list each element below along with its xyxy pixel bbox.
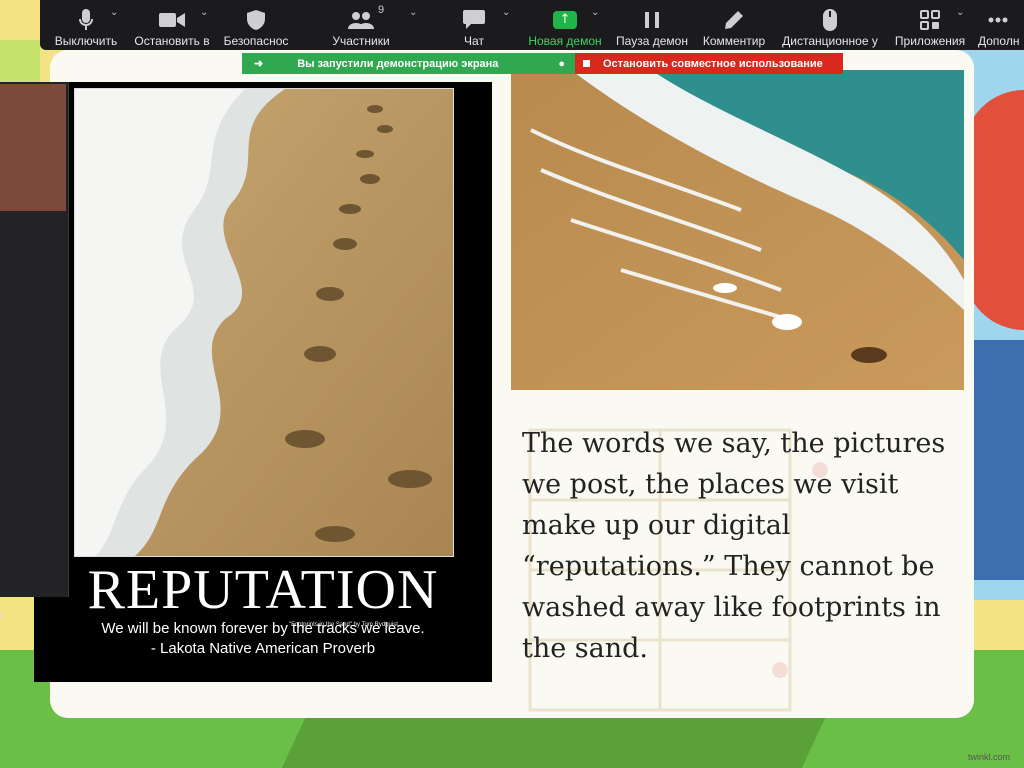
mute-label: Выключить [54, 34, 118, 48]
more-icon [978, 8, 1018, 32]
annotate-label: Комментир [702, 34, 766, 48]
mouse-icon [823, 8, 837, 32]
participants-label: Участники [332, 34, 390, 48]
stop-icon [583, 60, 590, 67]
apps-label: Приложения [894, 34, 966, 48]
security-label: Безопаснос [223, 34, 289, 48]
twinkl-watermark: twinkl.com [968, 752, 1011, 762]
more-label: Дополн [978, 34, 1020, 48]
participant-tag: i [0, 610, 3, 622]
chat-button[interactable]: Чат [458, 0, 490, 50]
chat-label: Чат [464, 34, 484, 48]
video-camera-icon [159, 8, 185, 32]
microphone-icon [79, 8, 93, 32]
shield-icon [247, 8, 265, 32]
participants-count: 9 [378, 4, 385, 16]
pen-icon [724, 8, 744, 32]
quote-line: We will be known forever by the tracks w… [101, 620, 425, 637]
stop-share-label: Остановить совместное использование [603, 57, 823, 70]
pause-share-label: Пауза демон [616, 34, 688, 48]
annotate-button[interactable]: Комментир [701, 0, 767, 50]
new-share-label: Новая демон [528, 34, 602, 48]
pin-icon: ➜ [254, 58, 264, 70]
remote-control-button[interactable]: Дистанционное у [780, 0, 880, 50]
pause-share-button[interactable]: Пауза демон [615, 0, 689, 50]
chevron-down-icon[interactable]: ⌄ [956, 7, 964, 18]
sharing-status-text: Вы запустили демонстрацию экрана [297, 57, 499, 70]
participant-video[interactable] [0, 84, 66, 211]
wave-footprints-photo [511, 70, 964, 390]
pause-icon [645, 8, 659, 32]
stop-share-button[interactable]: Остановить совместное использование [575, 53, 843, 74]
participants-button[interactable]: Участники [325, 0, 397, 50]
participant-panel[interactable]: i [0, 82, 69, 622]
participants-icon [348, 8, 374, 32]
stop-video-label: Остановить в [134, 34, 210, 48]
security-button[interactable]: Безопаснос [220, 0, 292, 50]
sharing-banner[interactable]: ➜ Вы запустили демонстрацию экрана ● [242, 53, 575, 74]
chevron-down-icon[interactable]: ⌄ [591, 7, 599, 18]
share-screen-icon: ↑ [553, 8, 577, 32]
background-blue-desk [969, 340, 1024, 580]
slide-caption: The words we say, the pictures we post, … [522, 428, 946, 664]
chevron-down-icon[interactable]: ⌄ [110, 7, 118, 18]
chat-icon [463, 8, 485, 32]
poster-title: REPUTATION [87, 559, 439, 621]
security-check-icon: ● [558, 57, 565, 70]
chevron-down-icon[interactable]: ⌄ [200, 7, 208, 18]
apps-icon [920, 8, 940, 32]
meeting-toolbar: Выключить ⌄ Остановить в ⌄ Безопаснос Уч… [40, 0, 1024, 50]
poster-quote: We will be known forever by the tracks w… [34, 619, 492, 659]
reputation-poster: "Footprints in the Sand" by Tom Rydquist… [34, 82, 492, 682]
chevron-down-icon[interactable]: ⌄ [502, 7, 510, 18]
more-button[interactable]: Дополн [978, 0, 1024, 50]
chevron-down-icon[interactable]: ⌄ [409, 7, 417, 18]
footprints-beach-photo [74, 88, 454, 557]
remote-control-label: Дистанционное у [782, 34, 878, 48]
quote-attribution: - Lakota Native American Proverb [150, 640, 376, 657]
